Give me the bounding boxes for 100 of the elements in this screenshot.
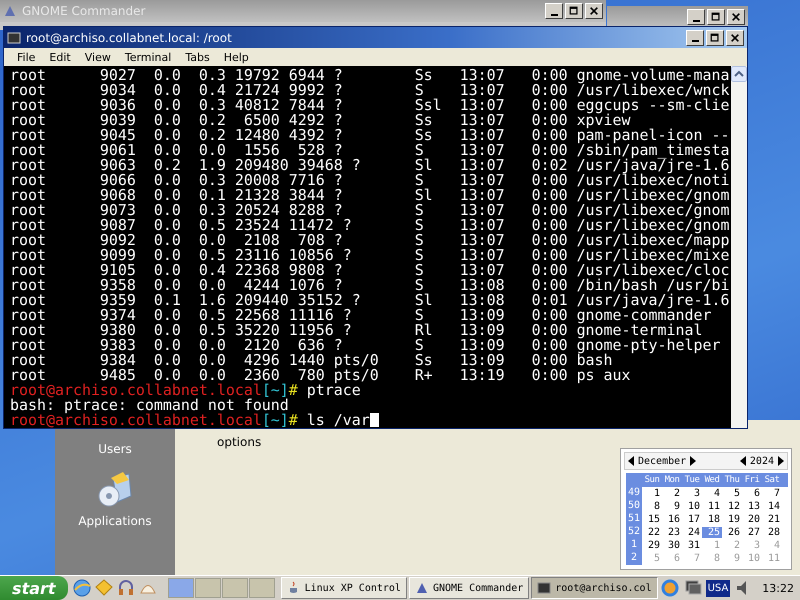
previous-year-button[interactable] [740, 456, 746, 466]
terminal-line: root 9066 0.0 0.3 20008 7716 ? S 13:07 0:00 /usr/libexec/noti [10, 173, 730, 188]
terminal-line: root 9061 0.0 0.0 1556 528 ? S 13:07 0:00 /sbin/pam_timesta [10, 143, 730, 158]
taskbar-button[interactable]: GNOME Commander [408, 577, 530, 599]
calendar-day[interactable]: 31 [682, 540, 702, 551]
globe-icon[interactable] [72, 578, 92, 598]
year-label: 2024 [750, 456, 774, 466]
sidebar-item[interactable]: Applications [78, 514, 152, 528]
calendar-day[interactable]: 20 [742, 514, 762, 525]
calendar-day[interactable]: 22 [642, 527, 662, 538]
week-number: 51 [626, 513, 642, 526]
week-number: 52 [626, 526, 642, 539]
maximize-button[interactable] [706, 30, 724, 46]
workspace-switcher[interactable] [168, 578, 275, 598]
calendar-day[interactable]: 23 [662, 527, 682, 538]
calendar-day[interactable]: 8 [642, 501, 662, 512]
weekday-label: Mon [664, 475, 680, 485]
terminal-line: root 9063 0.2 1.9 209480 39468 ? Sl 13:07 0:02 /usr/java/jre-1.6 [10, 158, 730, 173]
calendar-day[interactable]: 30 [662, 540, 682, 551]
calendar-day[interactable]: 1 [642, 488, 662, 499]
keyboard-layout-indicator[interactable]: USA [706, 580, 730, 596]
menu-item[interactable]: Help [216, 50, 256, 64]
calendar-day[interactable]: 26 [722, 527, 742, 538]
terminal-line: root 9027 0.0 0.3 19792 6944 ? Ss 13:07 0:00 gnome-volume-mana [10, 68, 730, 83]
week-number: 2 [626, 552, 642, 565]
calendar-day[interactable]: 6 [742, 488, 762, 499]
previous-month-button[interactable] [628, 456, 634, 466]
terminal-line: root 9374 0.0 0.5 22568 11116 ? S 13:09 0:00 gnome-commander [10, 308, 712, 323]
terminal-line: root 9383 0.0 0.0 2120 636 ? S 13:09 0:00 gnome-pty-helper [10, 338, 722, 353]
calendar-day[interactable]: 2 [662, 488, 682, 499]
calendar-day[interactable]: 9 [662, 501, 682, 512]
calendar-day[interactable]: 4 [702, 488, 722, 499]
minimize-button[interactable] [686, 30, 704, 46]
terminal-line: root 9039 0.0 0.2 6500 4292 ? Ss 13:07 0:00 xpview [10, 113, 631, 128]
close-icon [730, 32, 740, 43]
calendar-day[interactable]: 10 [682, 501, 702, 512]
scrollbar[interactable] [731, 66, 747, 428]
calendar-day[interactable]: 7 [762, 488, 782, 499]
calendar-day[interactable]: 21 [762, 514, 782, 525]
menu-item[interactable]: View [78, 50, 118, 64]
prompt-line: root@archiso.collabnet.local[~]# ls /var [10, 413, 370, 428]
menu-item[interactable]: Edit [42, 50, 78, 64]
terminal-line: root 9092 0.0 0.0 2108 708 ? S 13:07 0:00 /usr/libexec/mapp [10, 233, 730, 248]
taskbar-button[interactable]: Linux XP Control [280, 577, 407, 599]
calendar-day[interactable]: 28 [762, 527, 782, 538]
calendar-day[interactable]: 5 [722, 488, 742, 499]
weekday-label: Sat [764, 475, 780, 485]
calendar-day[interactable]: 13 [742, 501, 762, 512]
terminal-line: root 9034 0.0 0.4 21724 9992 ? S 13:07 0:00 /usr/libexec/wnck [10, 83, 730, 98]
window-title: GNOME Commander [22, 4, 146, 18]
terminal-line: root 9036 0.0 0.3 40812 7844 ? Ssl 13:07 0:00 eggcups --sm-clie [10, 98, 730, 113]
menu-item[interactable]: File [10, 50, 42, 64]
terminal-line: root 9359 0.1 1.6 209440 35152 ? Sl 13:08 0:01 /usr/java/jre-1.6 [10, 293, 730, 308]
terminal-line: root 9068 0.0 0.1 21328 3844 ? Sl 13:07 0:00 /usr/libexec/gnom [10, 188, 730, 203]
start-button[interactable]: start [0, 576, 68, 600]
terminal-line: root 9099 0.0 0.5 23116 10856 ? S 13:07 0:00 /usr/libexec/mixe [10, 248, 730, 263]
app-icon [414, 581, 429, 595]
calendar-day[interactable]: 15 [642, 514, 662, 525]
next-year-button[interactable] [778, 456, 784, 466]
calendar-day[interactable]: 11 [702, 501, 722, 512]
month-label: December [638, 456, 686, 466]
close-button[interactable] [726, 30, 744, 46]
menu-item[interactable]: Terminal [118, 50, 178, 64]
maximize-icon [711, 12, 721, 22]
weekday-label: Wed [704, 475, 720, 485]
terminal-line: root 9073 0.0 0.3 20524 8288 ? S 13:07 0:00 /usr/libexec/gnom [10, 203, 730, 218]
terminal-line: bash: ptrace: command not found [10, 398, 290, 413]
terminal-line: root 9485 0.0 0.0 2360 780 pts/0 R+ 13:19 0:00 ps aux [10, 368, 632, 383]
maximize-icon [710, 32, 720, 43]
close-icon [589, 6, 599, 16]
calendar-day[interactable]: 16 [662, 514, 682, 525]
week-number: 50 [626, 500, 642, 513]
minimize-icon [692, 20, 700, 22]
control-panel-item[interactable]: options [217, 435, 262, 449]
calendar-day[interactable]: 27 [742, 527, 762, 538]
close-icon [731, 12, 741, 22]
color-wheel-icon[interactable] [660, 578, 680, 598]
taskbar-button[interactable]: root@archiso.col [531, 577, 658, 599]
sidebar-item[interactable]: Users [98, 442, 132, 456]
weekday-label: Fri [744, 475, 760, 485]
scroll-up-button[interactable] [731, 66, 747, 82]
calendar-day[interactable]: 17 [682, 514, 702, 525]
next-month-button[interactable] [690, 456, 696, 466]
calendar-day[interactable]: 24 [682, 527, 702, 538]
calendar-day[interactable]: 18 [702, 514, 722, 525]
terminal-line: root 9105 0.0 0.4 22368 9808 ? S 13:07 0:00 /usr/libexec/cloc [10, 263, 730, 278]
maximize-icon [569, 6, 579, 16]
calendar-day[interactable]: 14 [762, 501, 782, 512]
minimize-icon [692, 40, 698, 42]
calendar-day[interactable]: 3 [682, 488, 702, 499]
terminal-icon [537, 581, 552, 595]
calendar-day[interactable]: 29 [642, 540, 662, 551]
menu-item[interactable]: Tabs [178, 50, 217, 64]
terminal-line: root 9384 0.0 0.0 4296 1440 pts/0 Ss 13:09 0:00 bash [10, 353, 613, 368]
app-icon [3, 4, 17, 18]
clock: 13:22 [761, 582, 795, 594]
minimize-icon [550, 14, 558, 16]
calendar-day[interactable]: 19 [722, 514, 742, 525]
terminal-line: root 9380 0.0 0.5 35220 11956 ? Rl 13:09 0:00 gnome-terminal [10, 323, 702, 338]
calendar-day[interactable]: 12 [722, 501, 742, 512]
